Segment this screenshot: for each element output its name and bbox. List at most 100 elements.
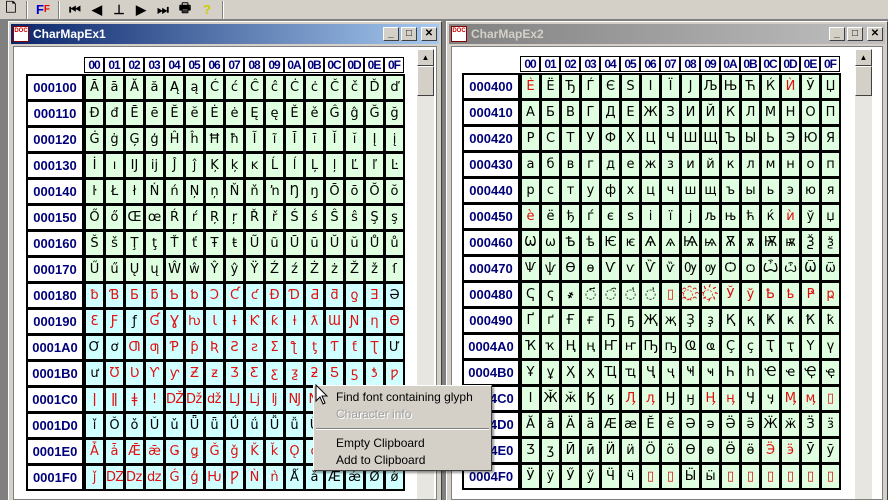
glyph-cell[interactable]: ӗ	[660, 411, 681, 438]
glyph-cell[interactable]: Ǉ	[224, 386, 245, 413]
glyph-cell[interactable]: ƽ	[344, 360, 365, 387]
glyph-cell[interactable]: Ɯ	[324, 308, 345, 335]
glyph-cell[interactable]: Ɨ	[224, 308, 245, 335]
glyph-cell[interactable]: Ѷ	[640, 255, 661, 282]
glyph-cell[interactable]: ▯	[740, 463, 761, 490]
glyph-cell[interactable]: Ҹ	[680, 359, 701, 386]
glyph-cell[interactable]: Ū	[284, 230, 305, 257]
glyph-cell[interactable]: Ż	[304, 256, 325, 283]
glyph-cell[interactable]: В	[560, 99, 581, 126]
glyph-cell[interactable]: Ŋ	[284, 178, 305, 205]
glyph-cell[interactable]: ӟ	[820, 411, 841, 438]
glyph-cell[interactable]: ĝ	[344, 100, 365, 127]
glyph-cell[interactable]: Ҙ	[680, 307, 701, 334]
glyph-cell[interactable]: я	[820, 177, 841, 204]
glyph-cell[interactable]: Ŭ	[324, 230, 345, 257]
glyph-cell[interactable]: Ş	[364, 204, 385, 231]
glyph-cell[interactable]: Ӈ	[660, 385, 681, 412]
glyph-cell[interactable]: Қ	[720, 307, 741, 334]
glyph-cell[interactable]: Ѱ	[520, 255, 541, 282]
glyph-cell[interactable]: ŀ	[84, 178, 105, 205]
glyph-cell[interactable]: Ы	[740, 125, 761, 152]
glyph-cell[interactable]: ĥ	[184, 126, 205, 153]
glyph-cell[interactable]: І	[640, 73, 661, 100]
glyph-cell[interactable]: ǖ	[204, 412, 225, 439]
glyph-cell[interactable]: Н	[780, 99, 801, 126]
glyph-cell[interactable]: ҷ	[660, 359, 681, 386]
glyph-cell[interactable]: М	[760, 99, 781, 126]
glyph-cell[interactable]: ў	[800, 203, 821, 230]
glyph-cell[interactable]: ĭ	[344, 126, 365, 153]
glyph-cell[interactable]: ņ	[204, 178, 225, 205]
glyph-cell[interactable]: Ř	[244, 204, 265, 231]
glyph-cell[interactable]: ӄ	[600, 385, 621, 412]
glyph-cell[interactable]: ı	[104, 152, 125, 179]
glyph-cell[interactable]: џ	[820, 203, 841, 230]
glyph-cell[interactable]: Ɓ	[104, 282, 125, 309]
glyph-cell[interactable]: Ą	[164, 74, 185, 101]
glyph-cell[interactable]: ѭ	[780, 229, 801, 256]
glyph-cell[interactable]: ă	[144, 74, 165, 101]
glyph-cell[interactable]: ƴ	[164, 360, 185, 387]
glyph-cell[interactable]: ƹ	[264, 360, 285, 387]
glyph-cell[interactable]: ƺ	[284, 360, 305, 387]
glyph-cell[interactable]: ǆ	[204, 386, 225, 413]
glyph-cell[interactable]: У	[580, 125, 601, 152]
glyph-cell[interactable]: Є	[600, 73, 621, 100]
glyph-cell[interactable]: ӡ	[540, 437, 561, 464]
glyph-cell[interactable]: Ĥ	[164, 126, 185, 153]
glyph-cell[interactable]: ч	[660, 177, 681, 204]
glyph-cell[interactable]: ҡ	[540, 333, 561, 360]
glyph-cell[interactable]: О	[800, 99, 821, 126]
glyph-cell[interactable]: ◌҃	[580, 281, 601, 308]
glyph-cell[interactable]: Ɗ	[284, 282, 305, 309]
glyph-cell[interactable]: Ҳ	[560, 359, 581, 386]
glyph-cell[interactable]: ћ	[740, 203, 761, 230]
glyph-cell[interactable]: Ѫ	[720, 229, 741, 256]
glyph-cell[interactable]: Š	[84, 230, 105, 257]
glyph-cell[interactable]: Ǩ	[244, 438, 265, 465]
glyph-cell[interactable]: ҭ	[780, 333, 801, 360]
glyph-cell[interactable]: Ű	[84, 256, 105, 283]
glyph-cell[interactable]: Ҵ	[600, 359, 621, 386]
glyph-cell[interactable]: ţ	[144, 230, 165, 257]
glyph-cell[interactable]: к	[720, 151, 741, 178]
glyph-cell[interactable]: ѱ	[540, 255, 561, 282]
glyph-cell[interactable]: Ŗ	[204, 204, 225, 231]
glyph-cell[interactable]: Ļ	[304, 152, 325, 179]
glyph-cell[interactable]: н	[780, 151, 801, 178]
glyph-cell[interactable]: ҿ	[820, 359, 841, 386]
glyph-cell[interactable]: ǔ	[164, 412, 185, 439]
glyph-cell[interactable]: ž	[364, 256, 385, 283]
glyph-cell[interactable]: ҩ	[700, 333, 721, 360]
glyph-cell[interactable]: Ў	[720, 281, 741, 308]
glyph-cell[interactable]: ◌҄	[600, 281, 621, 308]
glyph-cell[interactable]: Џ	[820, 73, 841, 100]
glyph-cell[interactable]: Ӑ	[520, 411, 541, 438]
glyph-cell[interactable]: Ќ	[760, 73, 781, 100]
glyph-cell[interactable]: Ө	[680, 437, 701, 464]
glyph-cell[interactable]: К	[720, 99, 741, 126]
glyph-cell[interactable]: Ҕ	[600, 307, 621, 334]
glyph-cell[interactable]: ӂ	[560, 385, 581, 412]
glyph-cell[interactable]: Ӭ	[760, 437, 781, 464]
glyph-cell[interactable]: С	[540, 125, 561, 152]
glyph-cell[interactable]: Х	[620, 125, 641, 152]
glyph-cell[interactable]: Ё	[540, 73, 561, 100]
glyph-cell[interactable]: Ň	[224, 178, 245, 205]
glyph-cell[interactable]: Ɛ	[84, 308, 105, 335]
glyph-cell[interactable]: Ǝ	[364, 282, 385, 309]
glyph-cell[interactable]: Ӵ	[600, 463, 621, 490]
glyph-cell[interactable]: Ń	[144, 178, 165, 205]
glyph-cell[interactable]: в	[560, 151, 581, 178]
glyph-cell[interactable]: ŏ	[384, 178, 405, 205]
maximize-button[interactable]: □	[847, 27, 863, 41]
glyph-cell[interactable]: ƒ	[124, 308, 145, 335]
glyph-cell[interactable]: Ӫ	[720, 437, 741, 464]
glyph-cell[interactable]: Г	[580, 99, 601, 126]
minimize-button[interactable]: _	[829, 27, 845, 41]
glyph-cell[interactable]: Ҥ	[600, 333, 621, 360]
glyph-cell[interactable]: Ƽ	[324, 360, 345, 387]
glyph-cell[interactable]: ҳ	[580, 359, 601, 386]
glyph-cell[interactable]: ě	[304, 100, 325, 127]
